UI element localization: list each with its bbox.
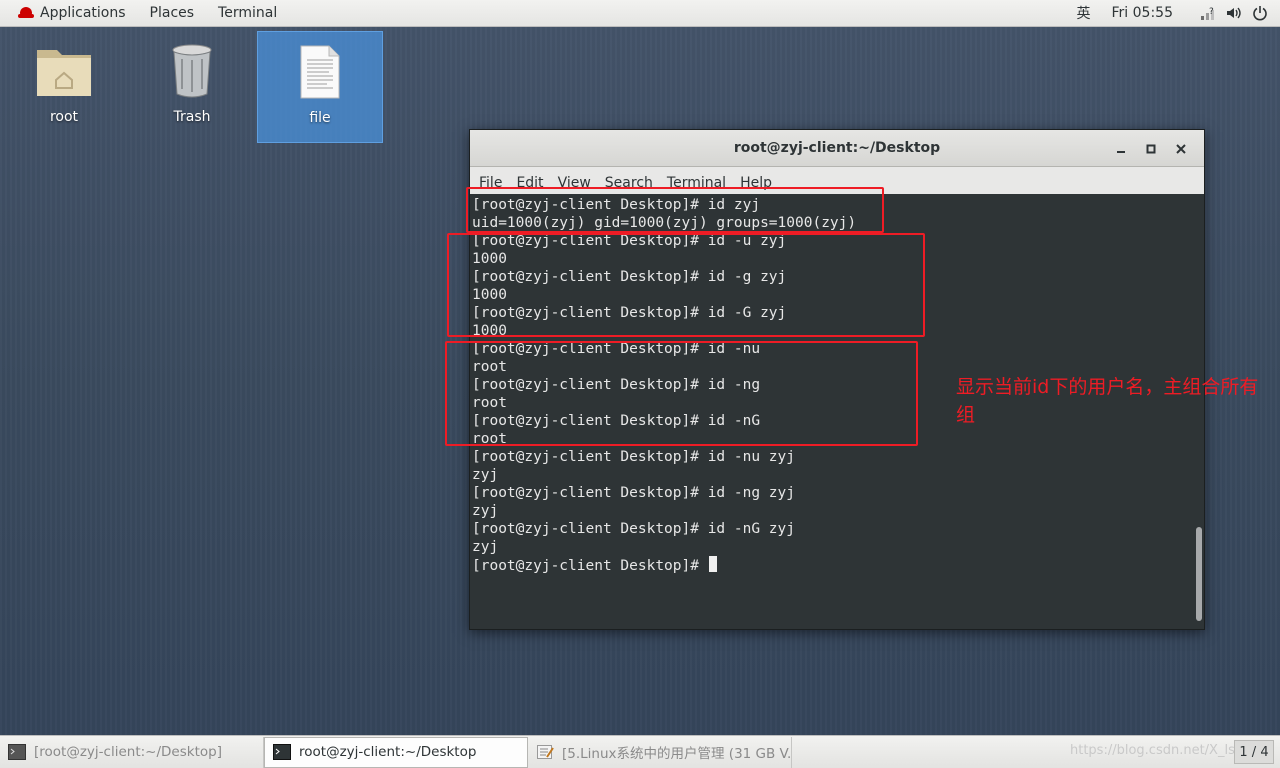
taskbar-item-terminal-1[interactable]: [root@zyj-client:~/Desktop] bbox=[0, 736, 264, 768]
taskbar-item-terminal-2[interactable]: root@zyj-client:~/Desktop bbox=[264, 736, 528, 768]
volume-icon[interactable] bbox=[1226, 5, 1242, 21]
menu-view[interactable]: View bbox=[558, 175, 591, 194]
network-icon[interactable]: ? bbox=[1200, 5, 1216, 21]
text-cursor bbox=[708, 556, 717, 572]
taskbar-item-label: [root@zyj-client:~/Desktop] bbox=[34, 744, 222, 760]
places-menu[interactable]: Places bbox=[138, 0, 207, 27]
menu-help[interactable]: Help bbox=[740, 175, 772, 194]
desktop-icon-label: root bbox=[49, 109, 79, 125]
terminal-line: [root@zyj-client Desktop]# id zyj bbox=[472, 197, 761, 213]
terminal-line: [root@zyj-client Desktop]# id -nu bbox=[472, 341, 761, 357]
terminal-line: zyj bbox=[472, 467, 499, 483]
top-panel: Applications Places Terminal 英 Fri 05:55… bbox=[0, 0, 1280, 27]
terminal-app-menu[interactable]: Terminal bbox=[206, 0, 289, 27]
terminal-line: [root@zyj-client Desktop]# id -nG zyj bbox=[472, 521, 796, 537]
terminal-line: [root@zyj-client Desktop]# id -u zyj bbox=[472, 233, 787, 249]
desktop-icon-trash[interactable]: Trash bbox=[129, 31, 255, 143]
terminal-line: [root@zyj-client Desktop]# id -ng zyj bbox=[472, 485, 796, 501]
menu-terminal[interactable]: Terminal bbox=[667, 175, 726, 194]
desktop-icon-root[interactable]: root bbox=[1, 31, 127, 143]
terminal-line: [root@zyj-client Desktop]# id -nu zyj bbox=[472, 449, 796, 465]
terminal-line: 1000 bbox=[472, 251, 507, 267]
watermark: https://blog.csdn.net/X_lsd bbox=[1070, 743, 1244, 758]
menu-edit[interactable]: Edit bbox=[516, 175, 543, 194]
terminal-line: root bbox=[472, 431, 507, 447]
close-button[interactable] bbox=[1166, 134, 1196, 164]
terminal-line: [root@zyj-client Desktop]# id -G zyj bbox=[472, 305, 787, 321]
terminal-line: [root@zyj-client Desktop]# id -g zyj bbox=[472, 269, 787, 285]
taskbar-item-text-editor[interactable]: [5.Linux系统中的用户管理 (31 GB V... bbox=[528, 736, 792, 768]
window-title: root@zyj-client:~/Desktop bbox=[733, 140, 941, 156]
applications-menu[interactable]: Applications bbox=[0, 0, 138, 27]
power-icon[interactable] bbox=[1252, 5, 1268, 21]
terminal-line: 1000 bbox=[472, 287, 507, 303]
terminal-line: zyj bbox=[472, 503, 499, 519]
trash-icon bbox=[170, 39, 214, 103]
text-editor-icon bbox=[537, 745, 554, 759]
menu-search[interactable]: Search bbox=[605, 175, 653, 194]
terminal-icon bbox=[273, 744, 291, 760]
maximize-button[interactable] bbox=[1136, 134, 1166, 164]
desktop-icon-label: file bbox=[309, 110, 331, 126]
menu-file[interactable]: File bbox=[479, 175, 502, 194]
minimize-button[interactable] bbox=[1106, 134, 1136, 164]
svg-text:?: ? bbox=[1209, 7, 1214, 17]
terminal-prompt-line[interactable]: [root@zyj-client Desktop]# bbox=[472, 556, 1195, 574]
terminal-line: zyj bbox=[472, 539, 499, 555]
taskbar-item-label: root@zyj-client:~/Desktop bbox=[299, 744, 477, 760]
window-titlebar[interactable]: root@zyj-client:~/Desktop bbox=[470, 130, 1204, 167]
terminal-icon bbox=[8, 744, 26, 760]
desktop-icon-label: Trash bbox=[173, 109, 211, 125]
workspace-pager[interactable]: 1 / 4 bbox=[1234, 740, 1274, 764]
terminal-line: uid=1000(zyj) gid=1000(zyj) groups=1000(… bbox=[472, 215, 857, 231]
bottom-taskbar: [root@zyj-client:~/Desktop] root@zyj-cli… bbox=[0, 735, 1280, 768]
redhat-logo-icon bbox=[18, 7, 34, 19]
text-file-icon bbox=[299, 40, 341, 104]
annotation-note: 显示当前id下的用户名，主组合所有组 bbox=[956, 376, 1259, 426]
scrollbar-thumb[interactable] bbox=[1196, 527, 1202, 621]
input-method-indicator[interactable]: 英 bbox=[1070, 3, 1098, 23]
terminal-prompt: [root@zyj-client Desktop]# bbox=[472, 558, 708, 574]
taskbar-item-label: [5.Linux系统中的用户管理 (31 GB V... bbox=[562, 746, 792, 762]
terminal-menubar: File Edit View Search Terminal Help bbox=[470, 167, 1204, 194]
applications-label: Applications bbox=[40, 5, 126, 21]
terminal-line: 1000 bbox=[472, 323, 507, 339]
clock[interactable]: Fri 05:55 bbox=[1098, 5, 1195, 21]
desktop-icon-file[interactable]: file bbox=[257, 31, 383, 143]
home-folder-icon bbox=[34, 39, 94, 103]
